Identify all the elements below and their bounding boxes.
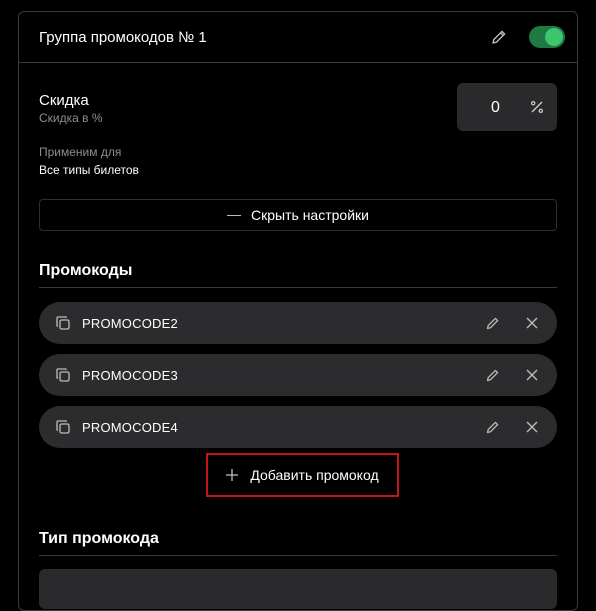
- edit-icon[interactable]: [489, 27, 509, 47]
- discount-input[interactable]: 0: [457, 83, 557, 131]
- group-enabled-toggle[interactable]: [529, 26, 565, 48]
- copy-icon[interactable]: [55, 419, 71, 435]
- applied-for-value: Все типы билетов: [39, 163, 139, 177]
- discount-title: Скидка: [39, 92, 89, 109]
- promo-row: PROMOCODE2: [39, 302, 557, 344]
- card-header: Группа промокодов № 1: [19, 12, 577, 63]
- applied-for-label: Применим для: [39, 145, 122, 159]
- promo-code: PROMOCODE4: [82, 420, 178, 435]
- promo-row: PROMOCODE4: [39, 406, 557, 448]
- promo-type-select[interactable]: [39, 569, 557, 609]
- discount-subtitle: Скидка в %: [39, 111, 103, 125]
- plus-icon: [226, 469, 239, 481]
- delete-icon[interactable]: [525, 368, 539, 382]
- divider: [39, 555, 557, 556]
- group-title: Группа промокодов № 1: [39, 29, 207, 46]
- divider: [39, 287, 557, 288]
- promo-group-card: Группа промокодов № 1 Скидка Скидка в % …: [18, 11, 578, 611]
- hide-settings-label: Скрыть настройки: [251, 207, 369, 223]
- add-promocode-label: Добавить промокод: [250, 467, 379, 483]
- copy-icon[interactable]: [55, 367, 71, 383]
- promo-code: PROMOCODE3: [82, 368, 178, 383]
- promo-row: PROMOCODE3: [39, 354, 557, 396]
- delete-icon[interactable]: [525, 316, 539, 330]
- edit-icon[interactable]: [485, 315, 501, 331]
- hide-settings-button[interactable]: Скрыть настройки: [39, 199, 557, 231]
- promo-type-title: Тип промокода: [39, 530, 159, 547]
- edit-icon[interactable]: [485, 419, 501, 435]
- edit-icon[interactable]: [485, 367, 501, 383]
- toggle-knob: [545, 28, 563, 46]
- copy-icon[interactable]: [55, 315, 71, 331]
- add-promocode-button[interactable]: Добавить промокод: [206, 453, 399, 497]
- delete-icon[interactable]: [525, 420, 539, 434]
- promocodes-title: Промокоды: [39, 262, 133, 279]
- promo-code: PROMOCODE2: [82, 316, 178, 331]
- minus-icon: [227, 214, 242, 216]
- discount-value: 0: [491, 99, 500, 116]
- percent-icon: [529, 98, 545, 116]
